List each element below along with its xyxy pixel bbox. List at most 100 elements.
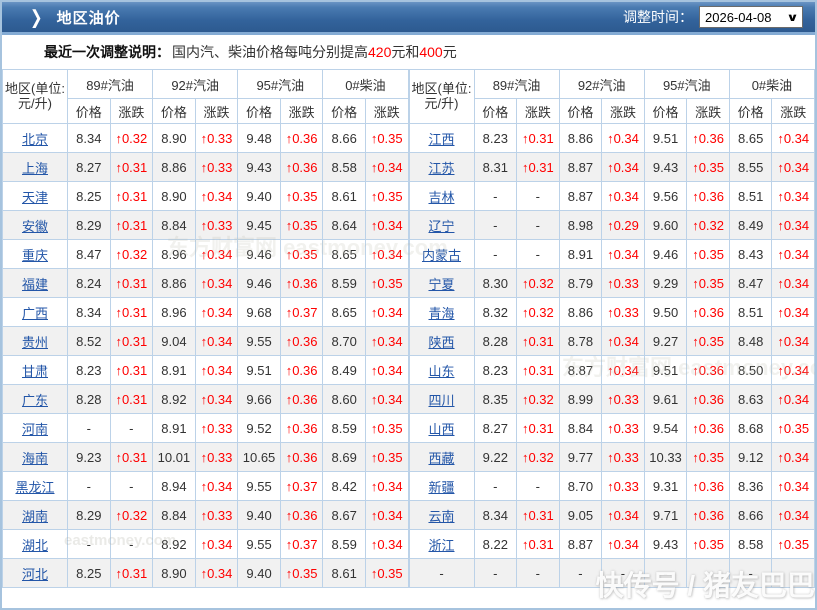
region-link[interactable]: 内蒙古 <box>422 248 461 263</box>
adjust-time-select[interactable]: 2026-04-08 ∨ <box>699 6 803 28</box>
region-link[interactable]: 青海 <box>428 306 454 321</box>
region-column-header: 地区(单位:元/升) <box>409 70 474 124</box>
region-link[interactable]: 广东 <box>22 393 48 408</box>
change-cell: ↑0.33 <box>195 443 238 472</box>
region-link[interactable]: 浙江 <box>428 538 454 553</box>
price-cell: 8.61 <box>323 182 366 211</box>
region-link[interactable]: 河南 <box>22 422 48 437</box>
table-row: 广东8.28↑0.318.92↑0.349.66↑0.368.60↑0.34 <box>3 385 409 414</box>
region-cell: 广西 <box>3 298 68 327</box>
region-link[interactable]: 贵州 <box>22 335 48 350</box>
price-cell: 8.52 <box>68 327 111 356</box>
price-cell: 9.50 <box>644 298 687 327</box>
change-cell: ↑0.33 <box>195 211 238 240</box>
regional-oil-price-widget: ❯ 地区油价 调整时间： 2026-04-08 ∨ 最近一次调整说明： 国内汽、… <box>0 0 817 610</box>
price-cell: 8.51 <box>729 298 772 327</box>
change-cell: ↑0.34 <box>772 211 815 240</box>
region-cell: 吉林 <box>409 182 474 211</box>
change-cell: ↑0.36 <box>687 124 730 153</box>
price-cell: 8.86 <box>559 298 602 327</box>
price-subheader: 价格 <box>323 99 366 124</box>
notice-text: 元 <box>443 42 457 62</box>
change-cell: ↑0.31 <box>517 356 560 385</box>
region-link[interactable]: 甘肃 <box>22 364 48 379</box>
change-cell: ↑0.35 <box>687 269 730 298</box>
change-cell: ↑0.36 <box>280 153 323 182</box>
region-link[interactable]: 上海 <box>22 161 48 176</box>
region-link[interactable]: 北京 <box>22 132 48 147</box>
region-link[interactable]: 山东 <box>428 364 454 379</box>
price-cell: 8.87 <box>559 182 602 211</box>
change-cell: ↑0.34 <box>195 530 238 559</box>
fuel-type-header: 0#柴油 <box>729 70 814 99</box>
region-link[interactable]: 湖北 <box>22 538 48 553</box>
region-link[interactable]: 陕西 <box>428 335 454 350</box>
region-link[interactable]: 辽宁 <box>428 219 454 234</box>
region-link[interactable]: 四川 <box>428 393 454 408</box>
adjust-time-box: 调整时间： 2026-04-08 ∨ <box>623 6 803 28</box>
price-cell: 9.04 <box>153 327 196 356</box>
region-link[interactable]: 吉林 <box>428 190 454 205</box>
region-link[interactable]: 湖南 <box>22 509 48 524</box>
region-link[interactable]: 宁夏 <box>428 277 454 292</box>
price-cell: 9.71 <box>644 501 687 530</box>
empty-value-cell: - <box>729 559 772 588</box>
region-cell: 青海 <box>409 298 474 327</box>
price-cell: 8.29 <box>68 501 111 530</box>
change-subheader: 涨跌 <box>772 99 815 124</box>
change-cell: ↑0.34 <box>772 501 815 530</box>
price-cell: 8.99 <box>559 385 602 414</box>
change-cell: ↑0.36 <box>280 501 323 530</box>
price-cell: 8.51 <box>729 182 772 211</box>
price-cell: 8.86 <box>153 269 196 298</box>
change-cell: ↑0.33 <box>195 153 238 182</box>
region-link[interactable]: 广西 <box>22 306 48 321</box>
region-link[interactable]: 安徽 <box>22 219 48 234</box>
region-link[interactable]: 山西 <box>428 422 454 437</box>
empty-value-cell: - <box>474 240 517 269</box>
change-cell: ↑0.34 <box>602 356 645 385</box>
region-link[interactable]: 福建 <box>22 277 48 292</box>
region-link[interactable]: 河北 <box>22 567 48 582</box>
price-cell: 8.96 <box>153 240 196 269</box>
table-row: 辽宁--8.98↑0.299.60↑0.328.49↑0.34 <box>409 211 815 240</box>
price-cell: 8.25 <box>68 182 111 211</box>
change-subheader: 涨跌 <box>365 99 408 124</box>
price-cell: 8.84 <box>153 501 196 530</box>
region-link[interactable]: 海南 <box>22 451 48 466</box>
price-cell: 8.28 <box>474 327 517 356</box>
empty-value-cell: - <box>517 182 560 211</box>
price-subheader: 价格 <box>559 99 602 124</box>
price-cell: 8.66 <box>323 124 366 153</box>
empty-value-cell: - <box>68 530 111 559</box>
region-cell: 天津 <box>3 182 68 211</box>
change-cell: ↑0.31 <box>517 327 560 356</box>
change-cell: ↑0.34 <box>602 124 645 153</box>
region-link[interactable]: 新疆 <box>428 480 454 495</box>
region-link[interactable]: 黑龙江 <box>15 480 54 495</box>
change-subheader: 涨跌 <box>517 99 560 124</box>
change-cell: ↑0.33 <box>195 414 238 443</box>
change-cell: ↑0.34 <box>195 356 238 385</box>
region-link[interactable]: 江西 <box>428 132 454 147</box>
region-link[interactable]: 西藏 <box>428 451 454 466</box>
price-cell: 9.68 <box>238 298 281 327</box>
region-link[interactable]: 江苏 <box>428 161 454 176</box>
table-row: 海南9.23↑0.3110.01↑0.3310.65↑0.368.69↑0.35 <box>3 443 409 472</box>
change-cell: ↑0.31 <box>110 443 153 472</box>
change-cell: ↑0.35 <box>280 559 323 588</box>
change-cell: ↑0.35 <box>280 182 323 211</box>
price-cell: 8.28 <box>68 385 111 414</box>
empty-value-cell: - <box>687 559 730 588</box>
change-cell: ↑0.35 <box>687 153 730 182</box>
region-cell: 上海 <box>3 153 68 182</box>
price-cell: 9.55 <box>238 472 281 501</box>
change-cell: ↑0.34 <box>772 443 815 472</box>
region-link[interactable]: 重庆 <box>22 248 48 263</box>
change-subheader: 涨跌 <box>687 99 730 124</box>
change-cell: ↑0.34 <box>772 124 815 153</box>
region-link[interactable]: 云南 <box>428 509 454 524</box>
table-row: 天津8.25↑0.318.90↑0.349.40↑0.358.61↑0.35 <box>3 182 409 211</box>
region-link[interactable]: 天津 <box>22 190 48 205</box>
change-cell: ↑0.35 <box>365 269 408 298</box>
